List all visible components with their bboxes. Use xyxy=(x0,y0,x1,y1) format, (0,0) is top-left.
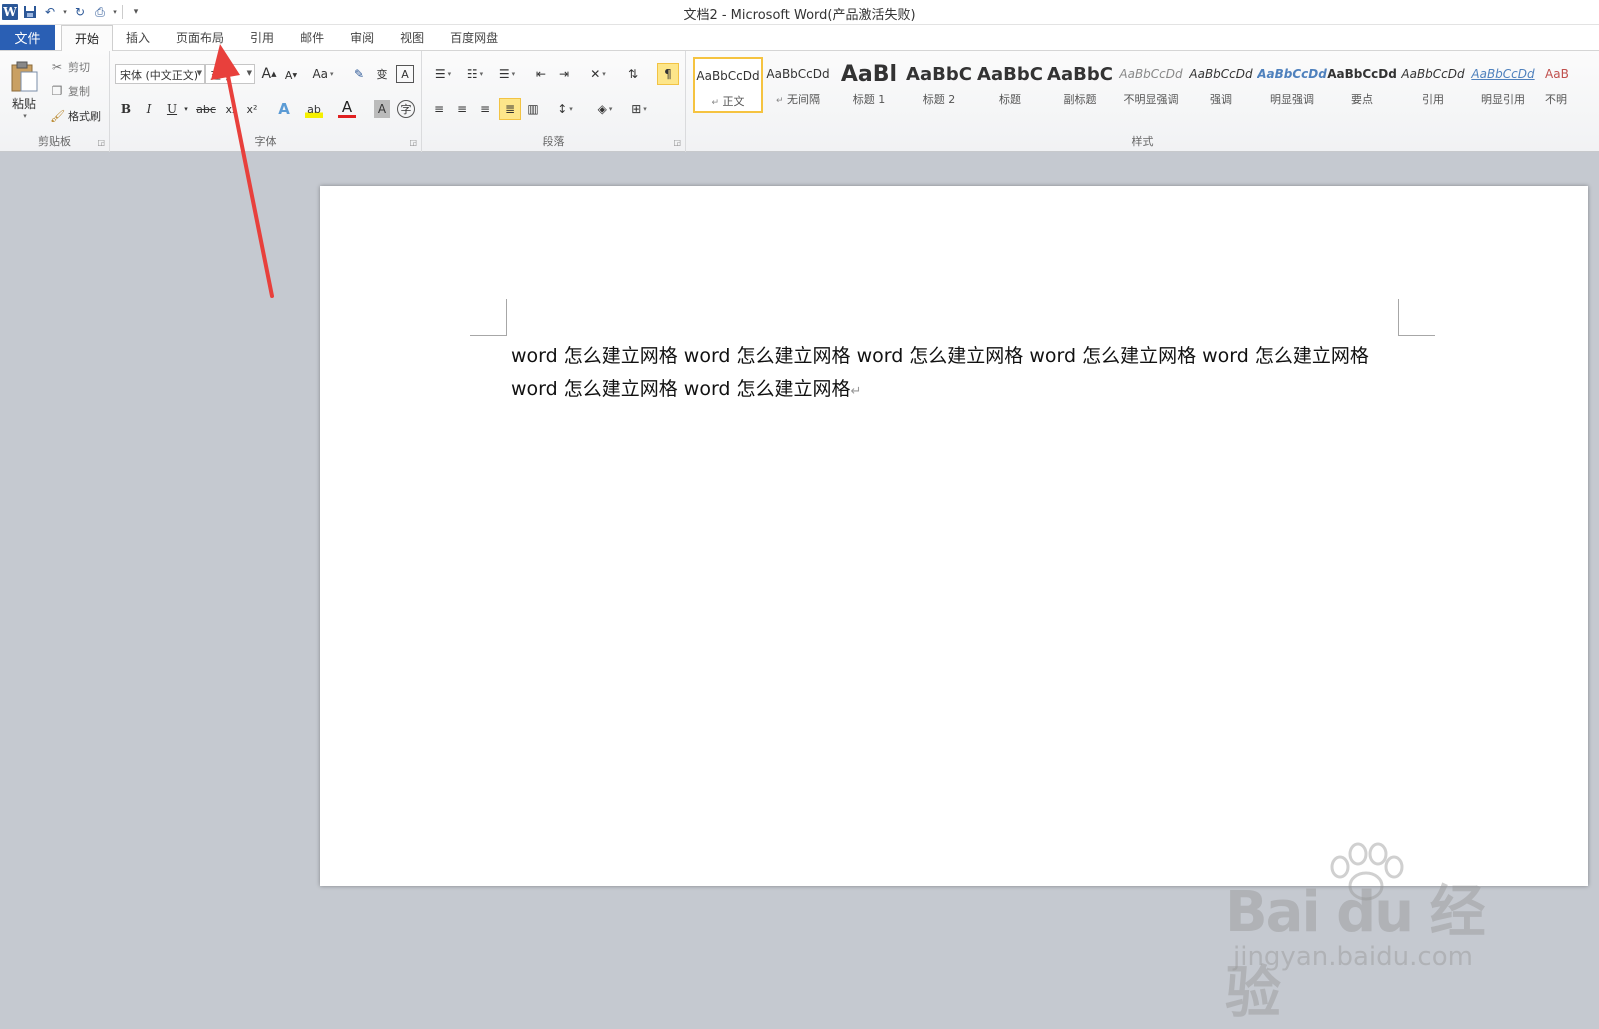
style-subtitle[interactable]: AaBbC 副标题 xyxy=(1045,57,1115,113)
underline-button[interactable]: U xyxy=(164,100,180,118)
justify-icon[interactable]: ≣ xyxy=(499,98,521,120)
font-group: 宋体 (中文正文) ▼ 五号 ▼ A ▲ A ▼ Aa ▾ ✎ 变 A B I U ▾… xyxy=(110,51,422,152)
tab-references[interactable]: 引用 xyxy=(237,25,287,50)
scissors-icon: ✂ xyxy=(51,60,63,74)
paste-icon xyxy=(11,61,38,91)
strikethrough-button[interactable]: abc xyxy=(195,100,217,118)
tab-home[interactable]: 开始 xyxy=(61,25,114,51)
chinese-layout-icon[interactable]: ✕ ▾ xyxy=(585,65,611,83)
character-shading-button[interactable]: A xyxy=(374,100,390,118)
align-center-icon[interactable]: ≡ xyxy=(453,100,471,118)
sort-icon[interactable]: ⇅ xyxy=(624,65,642,83)
style-no-spacing[interactable]: AaBbCcDd ↵ 无间隔 xyxy=(763,57,833,113)
bullets-icon[interactable]: ☰ ▾ xyxy=(430,65,456,83)
paragraph-group-label: 段落 xyxy=(542,135,565,148)
style-subtle-emphasis[interactable]: AaBbCcDd 不明显强调 xyxy=(1116,57,1186,113)
underline-dropdown-icon[interactable]: ▾ xyxy=(182,100,190,118)
chevron-down-icon: ▼ xyxy=(196,69,202,77)
paragraph-group: ☰ ▾ ☷ ▾ ☰ ▾ ⇤ ⇥ ✕ ▾ ⇅ ¶ ≡ ≡ ≡ ≣ ▥ ↕ ▾ ◈ ▾ ⊞ ▾ 段… xyxy=(422,51,686,152)
brush-icon: 🖌 xyxy=(50,109,66,123)
window-title: 文档2 - Microsoft Word(产品激活失败) xyxy=(683,8,916,23)
paragraph-mark-icon: ↵ xyxy=(850,384,862,399)
change-case-button[interactable]: Aa ▾ xyxy=(310,65,336,83)
tab-baidu-netdisk[interactable]: 百度网盘 xyxy=(437,25,511,50)
clipboard-launcher-icon[interactable]: ◲ xyxy=(97,138,105,147)
style-subtle-reference[interactable]: AaB 不明 xyxy=(1539,57,1599,113)
clear-format-icon[interactable]: ✎ xyxy=(350,65,368,83)
bold-button[interactable]: B xyxy=(118,100,134,118)
tab-mailings[interactable]: 邮件 xyxy=(287,25,337,50)
margin-corner-top-right xyxy=(1398,299,1435,336)
ribbon-tabs: 文件 开始 插入 页面布局 引用 邮件 审阅 视图 百度网盘 xyxy=(0,25,1599,51)
numbering-icon[interactable]: ☷ ▾ xyxy=(462,65,488,83)
style-strong[interactable]: AaBbCcDd 要点 xyxy=(1327,57,1397,113)
paste-label: 粘贴 xyxy=(11,96,36,111)
multilevel-list-icon[interactable]: ☰ ▾ xyxy=(494,65,520,83)
distribute-icon[interactable]: ▥ xyxy=(524,100,542,118)
phonetic-guide-icon[interactable]: 变 xyxy=(373,65,391,83)
tab-file[interactable]: 文件 xyxy=(0,25,55,50)
watermark-url: jingyan.baidu.com xyxy=(1233,942,1473,972)
borders-icon[interactable]: ⊞ ▾ xyxy=(626,100,652,118)
shading-icon[interactable]: ◈ ▾ xyxy=(592,100,618,118)
format-painter-button[interactable]: 🖌 格式刷 xyxy=(50,108,101,124)
line-spacing-icon[interactable]: ↕ ▾ xyxy=(552,100,578,118)
ribbon: 粘贴 ▾ ✂ 剪切 ❐ 复制 🖌 格式刷 剪贴板 ◲ 宋体 (中文正文) ▼ 五… xyxy=(0,51,1599,152)
chevron-down-icon: ▼ xyxy=(246,69,252,77)
italic-button[interactable]: I xyxy=(141,100,157,118)
clipboard-group-label: 剪贴板 xyxy=(38,135,71,148)
superscript-button[interactable]: x² xyxy=(243,100,261,118)
font-group-label: 字体 xyxy=(254,135,277,148)
tab-view[interactable]: 视图 xyxy=(387,25,437,50)
baidu-watermark: Bai du 经验 jingyan.baidu.com xyxy=(1225,842,1525,1026)
document-text[interactable]: word 怎么建立网格 word 怎么建立网格 word 怎么建立网格 word… xyxy=(511,340,1401,408)
document-page[interactable]: word 怎么建立网格 word 怎么建立网格 word 怎么建立网格 word… xyxy=(320,186,1588,886)
tab-page-layout[interactable]: 页面布局 xyxy=(163,25,237,50)
font-name-combo[interactable]: 宋体 (中文正文) ▼ xyxy=(115,64,205,84)
increase-indent-icon[interactable]: ⇥ xyxy=(555,65,573,83)
grow-font-button[interactable]: A ▲ xyxy=(260,65,278,83)
styles-group: AaBbCcDd ↵ 正文 AaBbCcDd ↵ 无间隔 AaBl 标题 1 A… xyxy=(686,51,1599,152)
style-heading-1[interactable]: AaBl 标题 1 xyxy=(834,57,904,113)
margin-corner-top-left xyxy=(470,299,507,336)
styles-group-label: 样式 xyxy=(1131,135,1154,148)
font-launcher-icon[interactable]: ◲ xyxy=(409,138,417,147)
tab-review[interactable]: 审阅 xyxy=(337,25,387,50)
clipboard-group: 粘贴 ▾ ✂ 剪切 ❐ 复制 🖌 格式刷 剪贴板 ◲ xyxy=(0,51,110,152)
cut-label: 剪切 xyxy=(68,61,90,74)
format-painter-label: 格式刷 xyxy=(68,110,101,123)
font-size-value: 五号 xyxy=(210,69,232,82)
style-intense-quote[interactable]: AaBbCcDd 明显引用 xyxy=(1468,57,1538,113)
show-marks-icon[interactable]: ¶ xyxy=(657,63,679,85)
align-left-icon[interactable]: ≡ xyxy=(430,100,448,118)
paragraph-launcher-icon[interactable]: ◲ xyxy=(673,138,681,147)
font-name-value: 宋体 (中文正文) xyxy=(120,69,199,82)
copy-icon: ❐ xyxy=(51,84,63,98)
decrease-indent-icon[interactable]: ⇤ xyxy=(532,65,550,83)
subscript-button[interactable]: x₂ xyxy=(222,100,240,118)
align-right-icon[interactable]: ≡ xyxy=(476,100,494,118)
paste-button[interactable]: 粘贴 ▾ xyxy=(4,55,44,125)
style-quote[interactable]: AaBbCcDd 引用 xyxy=(1398,57,1468,113)
copy-button[interactable]: ❐ 复制 xyxy=(50,83,90,99)
style-title[interactable]: AaBbC 标题 xyxy=(975,57,1045,113)
style-normal[interactable]: AaBbCcDd ↵ 正文 xyxy=(693,57,763,113)
paste-dropdown-icon[interactable]: ▾ xyxy=(23,112,27,120)
style-intense-emphasis[interactable]: AaBbCcDd 明显强调 xyxy=(1257,57,1327,113)
font-color-button[interactable]: A xyxy=(338,98,356,118)
font-size-combo[interactable]: 五号 ▼ xyxy=(205,64,255,84)
style-heading-2[interactable]: AaBbC 标题 2 xyxy=(904,57,974,113)
title-bar: W ↶ ▾ ↻ ⎙ ▾ ▾ 文档2 - Microsoft Word(产品激活失… xyxy=(0,0,1599,25)
highlight-icon[interactable]: ab xyxy=(305,100,323,118)
shrink-font-button[interactable]: A ▼ xyxy=(282,67,300,83)
style-emphasis[interactable]: AaBbCcDd 强调 xyxy=(1186,57,1256,113)
body-paragraph[interactable]: word 怎么建立网格 word 怎么建立网格 word 怎么建立网格 word… xyxy=(511,345,1369,400)
enclose-character-button[interactable]: 字 xyxy=(397,100,415,118)
text-effects-icon[interactable]: A xyxy=(275,100,293,118)
document-area[interactable]: word 怎么建立网格 word 怎么建立网格 word 怎么建立网格 word… xyxy=(0,152,1599,1026)
copy-label: 复制 xyxy=(68,85,90,98)
character-border-icon[interactable]: A xyxy=(396,65,414,83)
tab-insert[interactable]: 插入 xyxy=(113,25,163,50)
cut-button[interactable]: ✂ 剪切 xyxy=(50,59,90,75)
